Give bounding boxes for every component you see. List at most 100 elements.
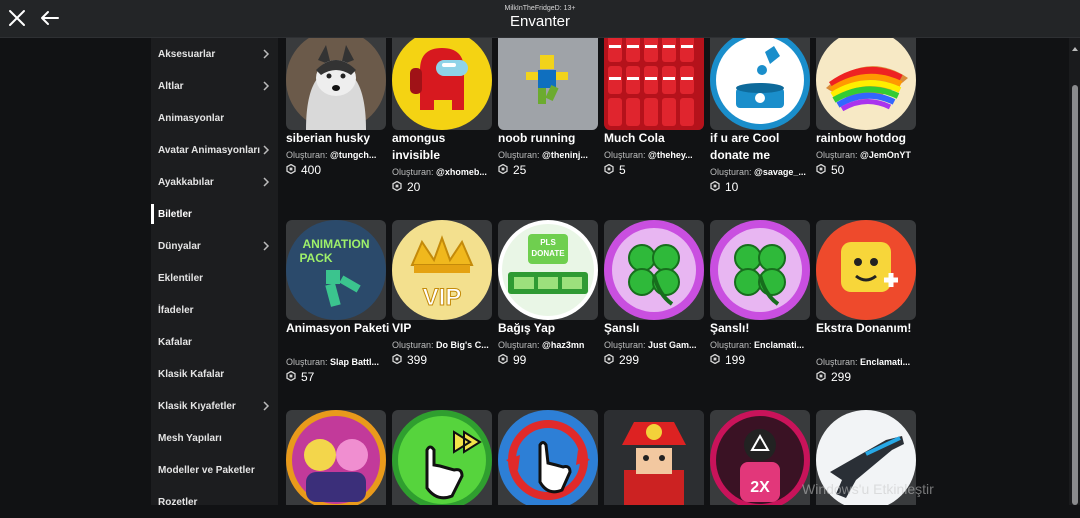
- chevron-right-icon: [260, 48, 272, 60]
- sidebar-item[interactable]: Altlar: [151, 70, 278, 102]
- user-age-label: MilkInTheFridgeD: 13+: [504, 5, 576, 12]
- sidebar-item[interactable]: Modeller ve Paketler: [151, 454, 278, 486]
- item-name[interactable]: rainbow hotdog: [816, 130, 920, 147]
- item-thumbnail[interactable]: 2X: [710, 410, 810, 505]
- creator-name[interactable]: Just Gam...: [648, 340, 697, 350]
- item-thumbnail[interactable]: [816, 220, 916, 320]
- robux-icon: [710, 353, 720, 367]
- item-name[interactable]: Ekstra Donanım!: [816, 320, 920, 337]
- sidebar-item[interactable]: Avatar Animasyonları: [151, 134, 278, 166]
- item-thumbnail[interactable]: [816, 38, 916, 130]
- item-thumbnail[interactable]: [604, 220, 704, 320]
- inventory-grid: siberian husky Oluşturan: @tungch... 400 am…: [278, 38, 1048, 505]
- sidebar-item[interactable]: Dünyalar: [151, 230, 278, 262]
- item-name[interactable]: Şanslı: [604, 320, 708, 337]
- item-thumbnail[interactable]: [286, 410, 386, 505]
- 2x-squid-icon: 2X: [710, 410, 810, 505]
- robux-icon: [710, 180, 720, 194]
- sidebar-item-label: Rozetler: [158, 496, 198, 508]
- creator-name[interactable]: @savage_...: [754, 167, 806, 177]
- item-price: 5: [604, 163, 626, 177]
- sidebar-item[interactable]: Ayakkabılar: [151, 166, 278, 198]
- item-name[interactable]: Much Cola: [604, 130, 708, 147]
- item-thumbnail[interactable]: PLS DONATE: [498, 220, 598, 320]
- item-thumbnail[interactable]: [498, 38, 598, 130]
- chevron-right-icon: [260, 240, 272, 252]
- sidebar-item[interactable]: Klasik Kafalar: [151, 358, 278, 390]
- price-value: 10: [725, 180, 739, 194]
- item-creator: Oluşturan: @theninj...: [498, 150, 596, 160]
- sidebar-item[interactable]: Klasik Kıyafetler: [151, 390, 278, 422]
- sidebar-item[interactable]: Biletler: [151, 198, 278, 230]
- item-thumbnail[interactable]: [604, 410, 704, 505]
- item-creator: Oluşturan: Slap Battl...: [286, 357, 384, 367]
- sidebar-item[interactable]: İfadeler: [151, 294, 278, 326]
- creator-name[interactable]: @thehey...: [648, 150, 693, 160]
- sidebar-item[interactable]: Eklentiler: [151, 262, 278, 294]
- scrollbar-thumb[interactable]: [1072, 85, 1078, 505]
- price-value: 400: [301, 163, 322, 177]
- creator-prefix: Oluşturan:: [604, 150, 646, 160]
- robux-icon: [816, 370, 826, 384]
- item-price: 400: [286, 163, 321, 177]
- item-name[interactable]: amongus invisible: [392, 130, 496, 164]
- item-thumbnail[interactable]: VIP: [392, 220, 492, 320]
- item-price: 199: [710, 353, 745, 367]
- creator-name[interactable]: Do Big's C...: [436, 340, 489, 350]
- item-thumbnail[interactable]: [710, 220, 810, 320]
- item-thumbnail[interactable]: [392, 410, 492, 505]
- creator-prefix: Oluşturan:: [604, 340, 646, 350]
- scroll-up-icon[interactable]: [1071, 40, 1079, 51]
- item-thumbnail[interactable]: [710, 38, 810, 130]
- item-price: 20: [392, 180, 420, 194]
- rebirth-click-icon: [498, 410, 598, 505]
- item-name[interactable]: if u are Cool donate me: [710, 130, 814, 164]
- sidebar-item[interactable]: Aksesuarlar: [151, 38, 278, 70]
- creator-name[interactable]: Enclamati...: [860, 357, 910, 367]
- robux-icon: [498, 163, 508, 177]
- robux-icon: [604, 163, 614, 177]
- pls-donate-icon: PLS DONATE: [498, 220, 598, 320]
- item-name[interactable]: siberian husky: [286, 130, 390, 147]
- item-thumbnail[interactable]: [604, 38, 704, 130]
- sidebar-item[interactable]: Kafalar: [151, 326, 278, 358]
- creator-prefix: Oluşturan:: [498, 340, 540, 350]
- top-bar: MilkInTheFridgeD: 13+ Envanter: [0, 0, 1080, 38]
- item-name[interactable]: Şanslı!: [710, 320, 814, 337]
- creator-name[interactable]: @JemOnYT: [860, 150, 911, 160]
- creator-name[interactable]: @xhomeb...: [436, 167, 487, 177]
- svg-text:PLS: PLS: [540, 238, 556, 247]
- item-thumbnail[interactable]: [286, 38, 386, 130]
- sidebar-item-label: Biletler: [158, 208, 192, 220]
- robux-icon: [392, 353, 402, 367]
- creator-name[interactable]: Enclamati...: [754, 340, 804, 350]
- auto-click-icon: [392, 410, 492, 505]
- category-sidebar: Aksesuarlar Altlar Animasyonlar Avatar Anim…: [151, 38, 278, 508]
- chevron-right-icon: [260, 80, 272, 92]
- item-thumbnail[interactable]: [392, 38, 492, 130]
- sidebar-item-label: Mesh Yapıları: [158, 432, 222, 444]
- price-value: 20: [407, 180, 421, 194]
- creator-name[interactable]: @haz3mn: [542, 340, 584, 350]
- noob-icon: [498, 38, 598, 130]
- sidebar-item-label: Altlar: [158, 80, 184, 92]
- sidebar-item[interactable]: Animasyonlar: [151, 102, 278, 134]
- item-name[interactable]: Bağış Yap: [498, 320, 602, 337]
- item-name[interactable]: noob running: [498, 130, 602, 147]
- creator-prefix: Oluşturan:: [286, 357, 328, 367]
- price-value: 399: [407, 353, 428, 367]
- item-thumbnail[interactable]: ANIMATION PACK: [286, 220, 386, 320]
- creator-prefix: Oluşturan:: [392, 340, 434, 350]
- item-name[interactable]: VIP: [392, 320, 496, 337]
- creator-name[interactable]: Slap Battl...: [330, 357, 379, 367]
- item-thumbnail[interactable]: [498, 410, 598, 505]
- sidebar-item-label: Klasik Kıyafetler: [158, 400, 236, 412]
- item-name[interactable]: Animasyon Paketi: [286, 320, 390, 337]
- chevron-right-icon: [260, 144, 272, 156]
- creator-name[interactable]: @theninj...: [542, 150, 588, 160]
- sidebar-item[interactable]: Mesh Yapıları: [151, 422, 278, 454]
- sidebar-item[interactable]: Rozetler: [151, 486, 278, 518]
- page-title: Envanter: [509, 13, 571, 30]
- creator-name[interactable]: @tungch...: [330, 150, 376, 160]
- item-price: 399: [392, 353, 427, 367]
